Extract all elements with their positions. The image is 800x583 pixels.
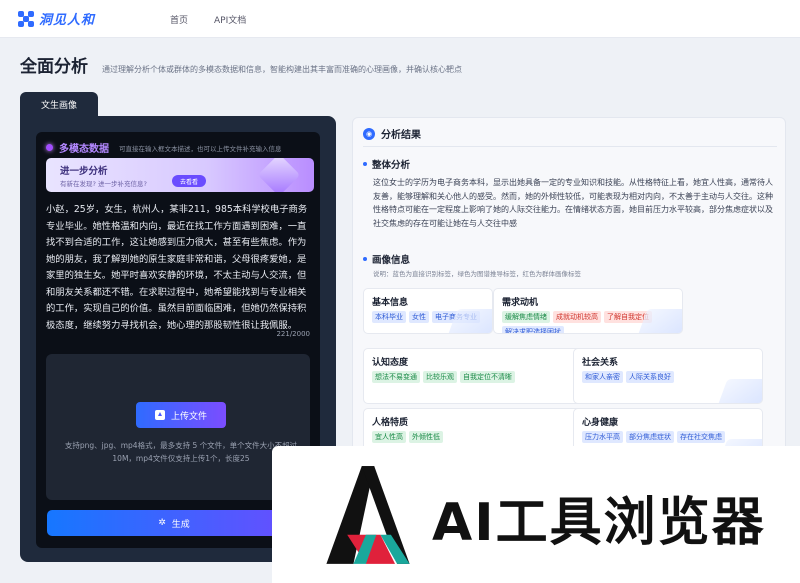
upload-hint: 支持png、jpg、mp4格式，最多支持 5 个文件，单个文件大小不超过10M，… [64,441,298,463]
profile-card-title: 心身健康 [582,418,619,428]
profile-card: 社会关系和家人亲密 人际关系良好 [573,348,763,404]
profile-tag: 成就动机较高 [553,311,601,323]
profile-tag: 人际关系良好 [626,371,674,383]
profile-card-title: 基本信息 [372,298,409,308]
generate-label: 生成 [171,519,190,530]
logo-icon [18,10,34,27]
result-panel: ◉ 分析结果 整体分析 这位女士的学历为电子商务本科，显示出她具备一定的专业知识… [352,117,786,469]
result-header: ◉ 分析结果 [363,126,421,141]
profile-tag: 想法不易变通 [372,371,420,383]
overall-text: 这位女士的学历为电子商务本科，显示出她具备一定的专业知识和技能。从性格特征上看，… [373,178,773,228]
nav-home[interactable]: 首页 [170,13,188,26]
profile-tag: 本科毕业 [372,311,406,323]
profile-tag: 解决求职选择困扰 [502,326,564,333]
profile-tag: 压力水平高 [582,431,623,443]
generate-button[interactable]: ✲ 生成 [47,510,301,536]
bullet-icon [363,257,367,261]
watermark-text: AI工具浏览器 [432,493,766,553]
brand-logo[interactable]: 洞见人和 [18,9,95,28]
bullet-icon [363,162,367,166]
page-subtitle: 通过理解分析个体或群体的多模态数据和信息，智能构建出其丰富而准确的心理画像，并确… [102,65,462,74]
char-counter: 221/2000 [276,330,310,338]
multimodal-title: 多模态数据 [59,144,109,155]
upload-button-label: 上传文件 [170,411,207,422]
profile-tag: 存在社交焦虑 [677,431,725,443]
divider [363,146,777,147]
page-title: 全面分析 [20,57,88,77]
upload-file-button[interactable]: 上传文件 [136,402,226,428]
main-nav: 首页 API文档 [170,13,246,26]
profile-card: 基本信息本科毕业女性电子商务专业 [363,288,493,334]
profile-card-title: 社会关系 [582,358,619,368]
profile-card-title: 需求动机 [502,298,539,308]
profile-section-title: 画像信息 [363,252,410,266]
multimodal-header: 多模态数据 可直接在输入框文本描述，也可以上传文件补充输入信息 [46,140,282,155]
generate-icon: ✲ [158,518,166,528]
profile-legend: 说明：蓝色为直接识别标签，绿色为图谱推导标签，红色为群体画像标签 [373,270,581,278]
profile-tag: 比较乐观 [423,371,457,383]
banner-go-button[interactable]: 去看看 [172,175,206,187]
cube-illustration-icon [257,158,301,192]
profile-tag: 女性 [409,311,429,323]
brand-name: 洞见人和 [39,13,96,28]
analysis-icon: ◉ [363,127,375,140]
profile-tag: 宜人性高 [372,431,406,443]
profile-card-title: 人格特质 [372,418,409,428]
profile-tag: 部分焦虑症状 [626,431,674,443]
watermark-logo-icon [326,466,410,564]
multimodal-dot-icon [46,144,53,151]
banner-subtitle: 有新在发现? 进一步补充信息? [60,180,147,188]
result-title: 分析结果 [381,130,421,141]
profile-card: 需求动机 缓解焦虑情绪 成就动机较高 了解自我定位 解决求职选择困扰 [493,288,683,334]
profile-tag: 和家人亲密 [582,371,623,383]
profile-card-title: 认知态度 [372,358,409,368]
further-analysis-banner[interactable]: 进一步分析 有新在发现? 进一步补充信息? 去看看 [46,158,314,192]
multimodal-hint: 可直接在输入框文本描述，也可以上传文件补充输入信息 [119,144,282,153]
upload-dropzone[interactable]: 上传文件 支持png、jpg、mp4格式，最多支持 5 个文件，单个文件大小不超… [46,354,310,500]
profile-tag: 自我定位不清晰 [460,371,515,383]
tab-text-to-profile[interactable]: 文生画像 [20,92,98,116]
overall-section-title: 整体分析 [363,157,410,171]
upload-icon [154,410,165,420]
profile-tag: 外倾性低 [409,431,443,443]
top-bar: 洞见人和 首页 API文档 [0,0,800,38]
banner-title: 进一步分析 [60,166,108,177]
page-header: 全面分析 通过理解分析个体或群体的多模态数据和信息，智能构建出其丰富而准确的心理… [20,52,462,77]
profile-tag: 缓解焦虑情绪 [502,311,550,323]
watermark-overlay: AI工具浏览器 [272,446,800,583]
nav-api-docs[interactable]: API文档 [214,13,246,26]
description-textarea[interactable]: 小赵，25岁，女生，杭州人，某非211，985本科学校电子商务专业毕业。她性格温… [46,202,314,334]
